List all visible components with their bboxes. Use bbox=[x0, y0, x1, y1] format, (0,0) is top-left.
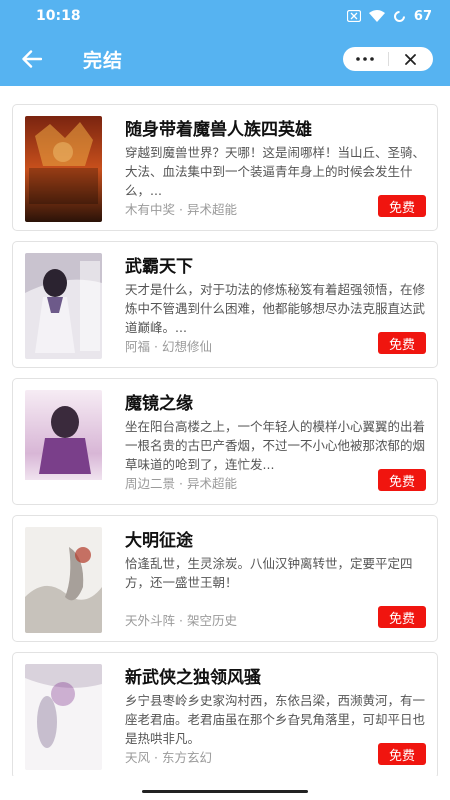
book-card[interactable]: 随身带着魔兽人族四英雄 穿越到魔兽世界？天哪！这是闹哪样！当山丘、圣骑、大法、血… bbox=[12, 104, 438, 231]
back-button[interactable] bbox=[18, 46, 46, 72]
book-author: 阿福 bbox=[125, 339, 151, 354]
wifi-icon bbox=[368, 10, 385, 22]
book-author: 周边二景 bbox=[125, 476, 176, 491]
free-badge[interactable]: 免费 bbox=[378, 606, 426, 628]
more-button[interactable] bbox=[343, 47, 388, 71]
book-card[interactable]: 大明征途 恰逢乱世，生灵涂炭。八仙汉钟离转世，定要平定四方，还一盛世王朝！ 天外… bbox=[12, 515, 438, 642]
loading-icon bbox=[393, 10, 406, 23]
book-author: 木有中奖 bbox=[125, 202, 176, 217]
home-indicator[interactable] bbox=[142, 790, 308, 793]
book-description: 天才是什么，对于功法的修炼秘笈有着超强领悟，在修炼中不管遇到什么困难，他都能够想… bbox=[125, 282, 426, 335]
arrow-left-icon bbox=[22, 50, 42, 68]
book-meta: 天风 · 东方玄幻 bbox=[125, 750, 212, 765]
book-card[interactable]: 魔镜之缘 坐在阳台高楼之上，一个年轻人的模样小心翼翼的出着一根名贵的古巴产香烟，… bbox=[12, 378, 438, 505]
book-description: 穿越到魔兽世界？天哪！这是闹哪样！当山丘、圣骑、大法、血法集中到一个装逼青年身上… bbox=[125, 145, 426, 198]
book-meta: 阿福 · 幻想修仙 bbox=[125, 339, 212, 354]
close-icon bbox=[405, 53, 417, 65]
book-cover bbox=[25, 390, 102, 496]
app-bar: 完结 bbox=[0, 32, 450, 86]
book-author: 天外斗阵 bbox=[125, 613, 176, 628]
book-title: 随身带着魔兽人族四英雄 bbox=[125, 120, 312, 140]
page-title: 完结 bbox=[83, 50, 124, 72]
free-badge[interactable]: 免费 bbox=[378, 743, 426, 765]
book-cover bbox=[25, 116, 102, 222]
book-card[interactable]: 新武侠之独领风骚 乡宁县枣岭乡史家沟村西，东依吕梁，西濒黄河，有一座老君庙。老君… bbox=[12, 652, 438, 776]
book-cover bbox=[25, 527, 102, 633]
more-dots-icon bbox=[356, 57, 375, 61]
book-cover bbox=[25, 253, 102, 359]
book-meta: 天外斗阵 · 架空历史 bbox=[125, 613, 237, 628]
close-button[interactable] bbox=[389, 47, 434, 71]
book-description: 乡宁县枣岭乡史家沟村西，东依吕梁，西濒黄河，有一座老君庙。老君庙虽在那个乡旮旯角… bbox=[125, 693, 426, 746]
bottom-bar bbox=[0, 776, 450, 800]
book-card[interactable]: 武霸天下 天才是什么，对于功法的修炼秘笈有着超强领悟，在修炼中不管遇到什么困难，… bbox=[12, 241, 438, 368]
book-genre: 幻想修仙 bbox=[161, 339, 212, 354]
free-badge[interactable]: 免费 bbox=[378, 332, 426, 354]
book-genre: 架空历史 bbox=[186, 613, 237, 628]
book-title: 魔镜之缘 bbox=[125, 394, 193, 414]
book-meta: 周边二景 · 异术超能 bbox=[125, 476, 237, 491]
book-description: 恰逢乱世，生灵涂炭。八仙汉钟离转世，定要平定四方，还一盛世王朝！ bbox=[125, 556, 413, 590]
book-description: 坐在阳台高楼之上，一个年轻人的模样小心翼翼的出着一根名贵的古巴产香烟，不过一不小… bbox=[125, 419, 426, 472]
status-time: 10:18 bbox=[36, 8, 81, 24]
free-badge[interactable]: 免费 bbox=[378, 469, 426, 491]
book-author: 天风 bbox=[125, 750, 151, 765]
sim-icon bbox=[346, 10, 361, 22]
book-title: 大明征途 bbox=[125, 531, 193, 551]
book-genre: 异术超能 bbox=[186, 476, 237, 491]
book-genre: 东方玄幻 bbox=[161, 750, 212, 765]
battery-level: 67 bbox=[413, 8, 432, 24]
book-genre: 异术超能 bbox=[186, 202, 237, 217]
book-title: 新武侠之独领风骚 bbox=[125, 668, 261, 688]
book-cover bbox=[25, 664, 102, 770]
book-meta: 木有中奖 · 异术超能 bbox=[125, 202, 237, 217]
mini-program-capsule bbox=[343, 47, 433, 71]
status-bar: 10:18 67 bbox=[0, 0, 450, 32]
book-list: 随身带着魔兽人族四英雄 穿越到魔兽世界？天哪！这是闹哪样！当山丘、圣骑、大法、血… bbox=[0, 86, 450, 776]
status-icons: 67 bbox=[346, 8, 432, 24]
book-title: 武霸天下 bbox=[125, 257, 193, 277]
free-badge[interactable]: 免费 bbox=[378, 195, 426, 217]
